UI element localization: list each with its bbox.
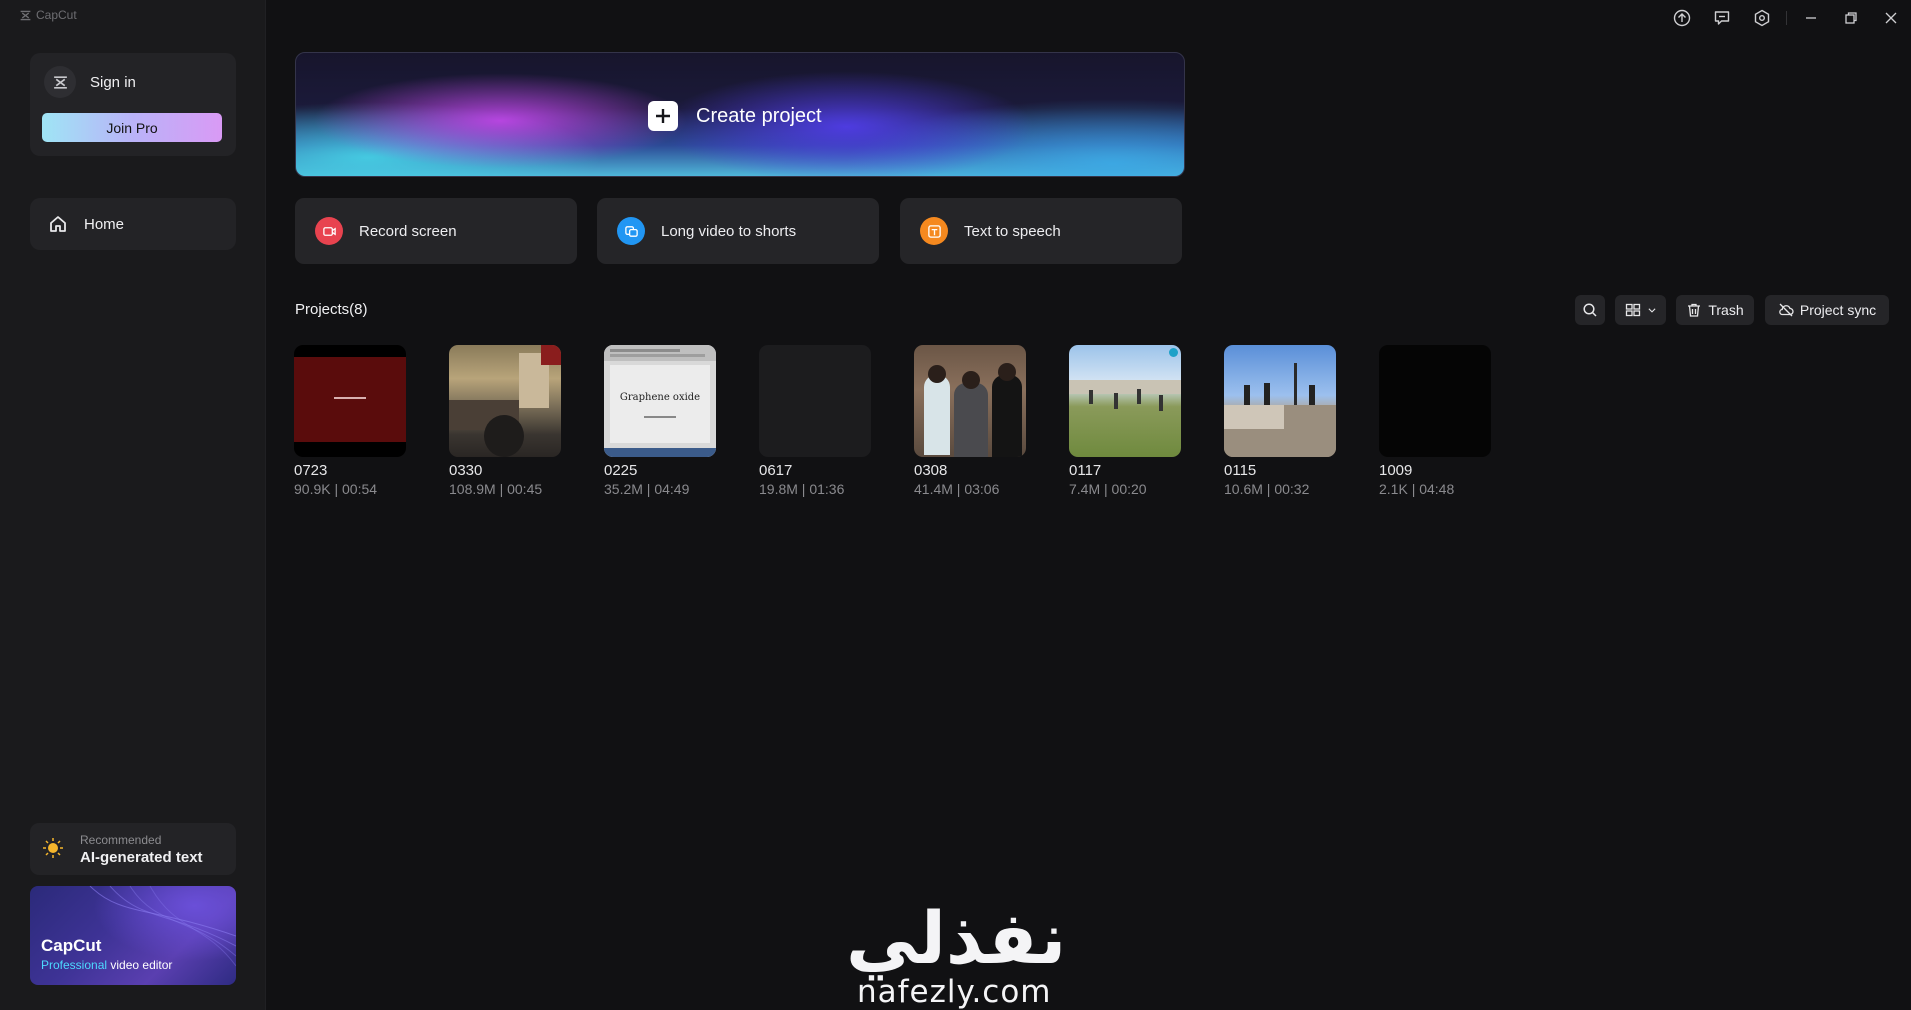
avatar xyxy=(44,66,76,98)
chevron-down-icon xyxy=(1647,308,1656,313)
create-project-button[interactable]: Create project xyxy=(295,52,1185,177)
project-card[interactable]: 0308 41.4M | 03:06 xyxy=(914,345,1026,497)
close-icon xyxy=(1885,12,1897,24)
promo-title: CapCut xyxy=(41,936,102,955)
project-card[interactable]: 1009 2.1K | 04:48 xyxy=(1379,345,1491,497)
upload-icon xyxy=(1673,9,1691,27)
project-name: 0117 xyxy=(1069,462,1102,479)
settings-icon xyxy=(1754,9,1770,27)
record-screen-button[interactable]: Record screen xyxy=(295,198,577,264)
sign-in-label: Sign in xyxy=(90,73,136,91)
long-video-to-shorts-icon xyxy=(617,217,645,245)
record-screen-label: Record screen xyxy=(359,222,457,240)
project-name: 0330 xyxy=(449,462,483,479)
project-name: 0617 xyxy=(759,462,793,479)
recommended-caption: Recommended xyxy=(80,833,162,847)
project-sync-label: Project sync xyxy=(1799,302,1877,318)
restore-button[interactable] xyxy=(1831,7,1871,29)
view-mode-dropdown[interactable] xyxy=(1615,295,1666,325)
project-name: 0308 xyxy=(914,462,948,479)
search-button[interactable] xyxy=(1575,295,1605,325)
plus-icon xyxy=(648,101,678,131)
project-card[interactable]: 0723 90.9K | 00:54 xyxy=(294,345,406,497)
text-to-speech-button[interactable]: Text to speech xyxy=(900,198,1182,264)
project-meta: 10.6M | 00:32 xyxy=(1224,481,1310,497)
project-thumbnail xyxy=(449,345,561,457)
window-controls-divider xyxy=(1786,11,1787,25)
project-card[interactable]: 0115 10.6M | 00:32 xyxy=(1224,345,1336,497)
capcut-logo-icon xyxy=(53,75,67,89)
recommended-card[interactable]: Recommended AI-generated text xyxy=(30,823,236,875)
promo-subtitle-rest: video editor xyxy=(107,958,173,972)
project-meta: 41.4M | 03:06 xyxy=(914,481,1000,497)
record-screen-icon xyxy=(315,217,343,245)
search-icon xyxy=(1583,303,1597,317)
project-thumbnail xyxy=(294,345,406,457)
long-video-to-shorts-label: Long video to shorts xyxy=(661,222,797,240)
create-project-label: Create project xyxy=(696,104,822,127)
settings-button[interactable] xyxy=(1742,7,1782,29)
restore-icon xyxy=(1845,12,1857,24)
sidebar: CapCut Sign in Join Pro Home Recommended… xyxy=(0,0,266,1010)
app-title: CapCut xyxy=(36,8,77,22)
feedback-button[interactable] xyxy=(1702,7,1742,29)
grid-view-icon xyxy=(1625,303,1640,317)
project-meta: 7.4M | 00:20 xyxy=(1069,481,1147,497)
project-thumbnail xyxy=(914,345,1026,457)
long-video-to-shorts-button[interactable]: Long video to shorts xyxy=(597,198,879,264)
project-name: 0115 xyxy=(1224,462,1257,479)
watermark-url: nafezly.com xyxy=(857,974,1052,1010)
trash-button[interactable]: Trash xyxy=(1676,295,1754,325)
text-to-speech-icon xyxy=(920,217,948,245)
project-card[interactable]: 0117 7.4M | 00:20 xyxy=(1069,345,1181,497)
cloud-sync-icon xyxy=(1779,303,1794,317)
project-thumbnail: Graphene oxide xyxy=(604,345,716,457)
project-meta: 108.9M | 00:45 xyxy=(449,481,543,497)
project-card[interactable]: 0330 108.9M | 00:45 xyxy=(449,345,561,497)
watermark-logo: نفذلي xyxy=(846,896,1067,980)
project-card[interactable]: 0617 19.8M | 01:36 xyxy=(759,345,871,497)
project-sync-button[interactable]: Project sync xyxy=(1765,295,1889,325)
project-thumbnail xyxy=(1069,345,1181,457)
sidebar-item-label: Home xyxy=(84,215,125,233)
project-meta: 90.9K | 00:54 xyxy=(294,481,378,497)
thumb-caption: Graphene oxide xyxy=(619,392,701,403)
project-meta: 2.1K | 04:48 xyxy=(1379,481,1455,497)
text-to-speech-label: Text to speech xyxy=(964,222,1061,240)
sign-in-button[interactable]: Sign in xyxy=(44,66,136,98)
feedback-icon xyxy=(1714,11,1730,25)
close-button[interactable] xyxy=(1871,7,1911,29)
project-meta: 19.8M | 01:36 xyxy=(759,481,845,497)
window-controls xyxy=(1662,7,1911,29)
minimize-icon xyxy=(1806,17,1816,19)
trash-icon xyxy=(1688,303,1701,317)
project-name: 0723 xyxy=(294,462,328,479)
project-thumbnail xyxy=(1379,345,1491,457)
projects-title: Projects(8) xyxy=(295,301,368,318)
app-logo: CapCut xyxy=(19,8,77,22)
upload-button[interactable] xyxy=(1662,7,1702,29)
sidebar-item-home[interactable]: Home xyxy=(30,198,236,250)
create-project-content: Create project xyxy=(648,101,822,131)
promo-subtitle: Professional video editor xyxy=(41,958,172,972)
project-name: 0225 xyxy=(604,462,638,479)
trash-label: Trash xyxy=(1708,302,1744,318)
minimize-button[interactable] xyxy=(1791,7,1831,29)
account-card: Sign in Join Pro xyxy=(30,53,236,156)
home-icon xyxy=(50,216,66,232)
project-name: 1009 xyxy=(1379,462,1413,479)
lightbulb-icon xyxy=(43,838,63,858)
project-meta: 35.2M | 04:49 xyxy=(604,481,690,497)
project-card[interactable]: Graphene oxide 0225 35.2M | 04:49 xyxy=(604,345,716,497)
join-pro-button[interactable]: Join Pro xyxy=(42,113,222,142)
project-thumbnail xyxy=(759,345,871,457)
project-thumbnail xyxy=(1224,345,1336,457)
capcut-logo-icon xyxy=(20,10,31,20)
promo-subtitle-accent: Professional xyxy=(41,958,108,972)
recommended-title: AI-generated text xyxy=(80,849,203,866)
promo-banner[interactable]: CapCut Professional video editor xyxy=(30,886,236,985)
